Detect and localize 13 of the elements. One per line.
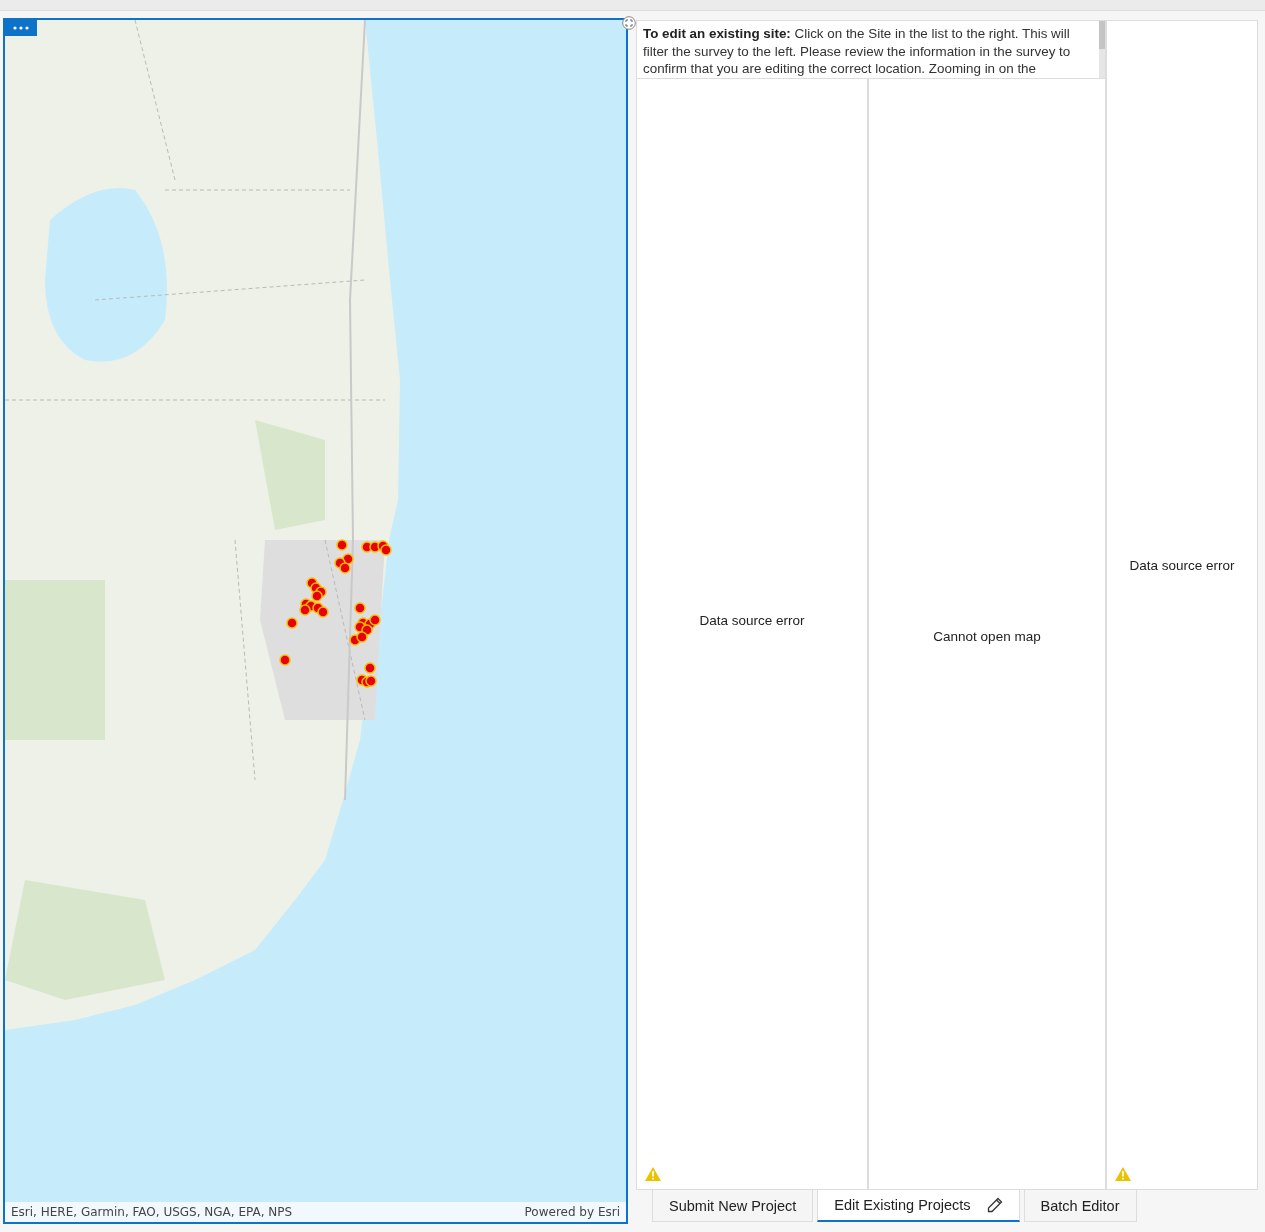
instructions-text: To edit an existing site: Click on the Site in the list to the right. This will filter the survey to the left. Please review the information in the survey to confirm that you are editing the correct location. Zooming in on the bbox=[643, 26, 1071, 76]
error-message: Data source error bbox=[699, 612, 805, 628]
map-attribution: Esri, HERE, Garmin, FAO, USGS, NGA, EPA, NPS bbox=[11, 1205, 293, 1219]
error-message: Cannot open map bbox=[933, 628, 1041, 644]
expand-icon[interactable] bbox=[622, 16, 636, 30]
powered-by-text: Powered by Esri bbox=[524, 1205, 620, 1219]
tab[interactable]: Submit New Project bbox=[652, 1190, 814, 1222]
more-icon bbox=[13, 26, 29, 30]
tab[interactable]: Batch Editor bbox=[1023, 1190, 1137, 1222]
error-message: Data source error bbox=[1129, 557, 1235, 573]
tab[interactable]: Edit Existing Projects bbox=[817, 1190, 1020, 1222]
scrollbar[interactable] bbox=[1099, 21, 1105, 78]
more-menu-button[interactable] bbox=[5, 20, 37, 36]
